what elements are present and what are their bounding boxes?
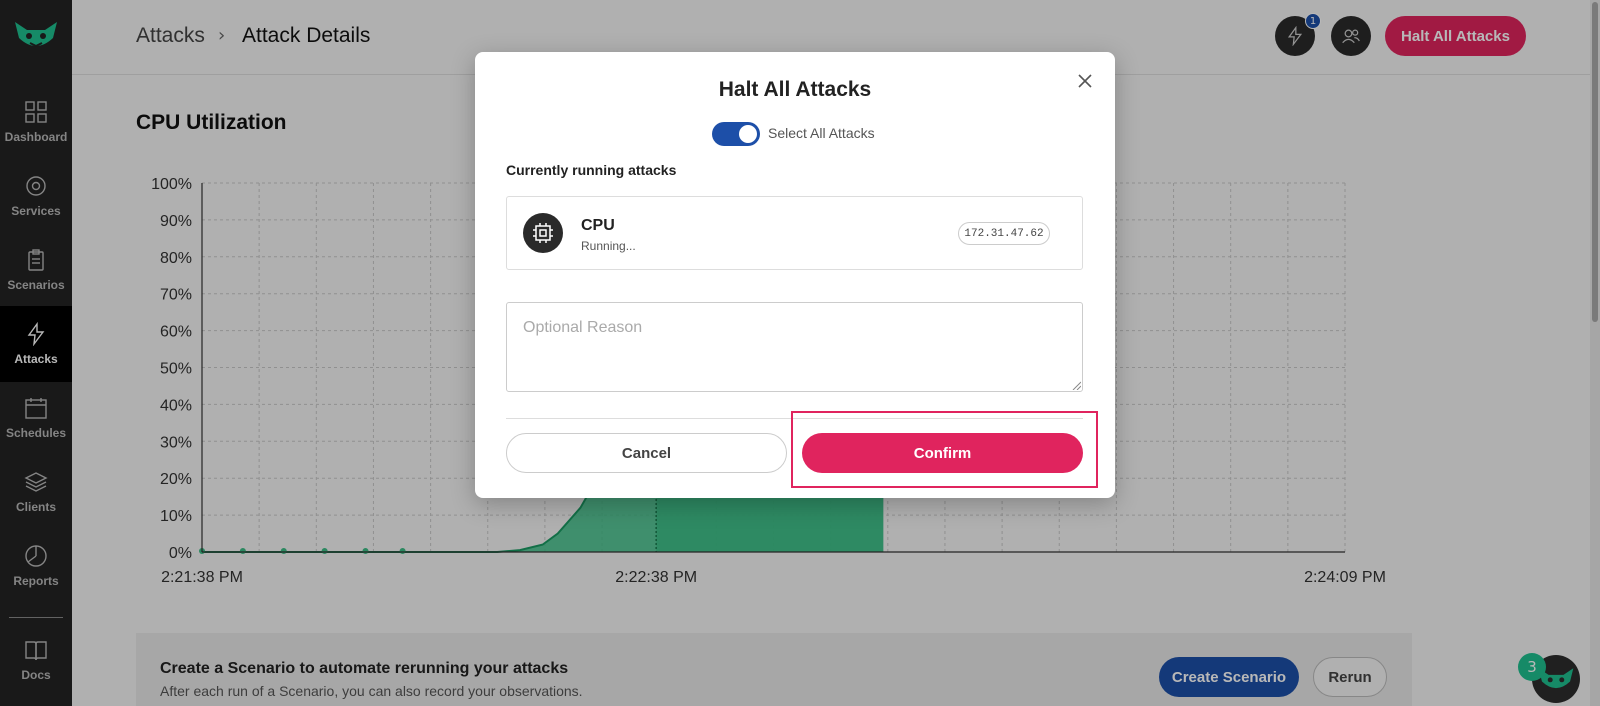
optional-reason-field[interactable] <box>506 302 1083 392</box>
toggle-knob <box>739 125 757 143</box>
resize-handle-icon[interactable] <box>1071 380 1081 390</box>
cancel-button[interactable]: Cancel <box>506 433 787 473</box>
select-all-toggle[interactable] <box>712 122 760 146</box>
confirm-button[interactable]: Confirm <box>802 433 1083 473</box>
modal-title: Halt All Attacks <box>718 78 872 101</box>
select-all-label: Select All Attacks <box>768 125 875 141</box>
close-icon[interactable] <box>1076 72 1094 90</box>
attack-name: CPU <box>581 217 615 234</box>
running-attack-card: CPU Running... 172.31.47.62 <box>506 196 1083 270</box>
cpu-chip-icon <box>523 213 563 253</box>
running-attacks-heading: Currently running attacks <box>506 162 677 178</box>
ip-address-badge: 172.31.47.62 <box>958 222 1050 245</box>
halt-all-attacks-modal: Halt All Attacks Select All Attacks Curr… <box>475 52 1115 498</box>
attack-status: Running... <box>581 239 636 253</box>
